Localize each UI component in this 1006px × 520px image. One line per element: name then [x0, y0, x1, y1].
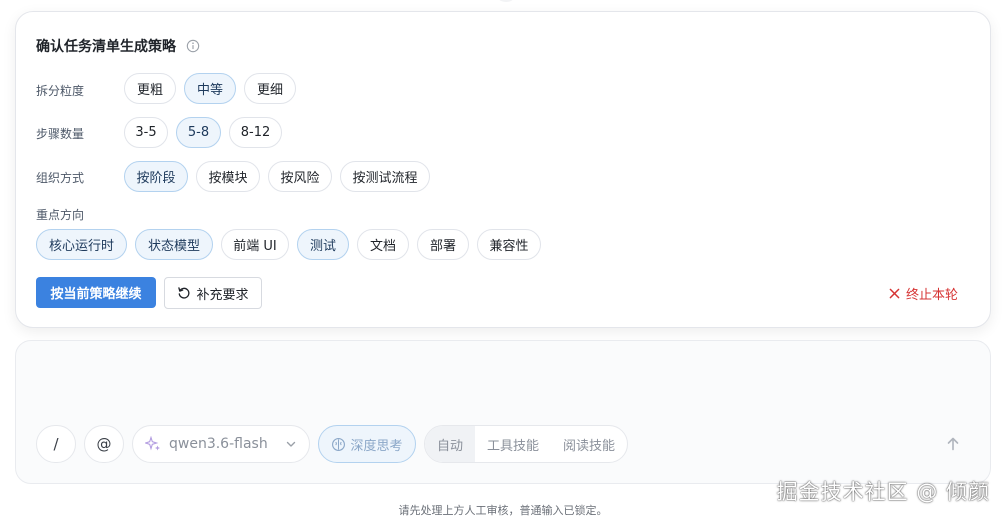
option-state-model[interactable]: 状态模型	[135, 229, 213, 260]
mode-auto[interactable]: 自动	[425, 426, 476, 462]
option-5-8[interactable]: 5-8	[176, 117, 221, 148]
arrow-up-icon	[947, 437, 959, 451]
refresh-icon	[178, 287, 190, 299]
option-finer[interactable]: 更细	[244, 73, 296, 104]
close-icon	[889, 288, 900, 299]
mode-tool-skill[interactable]: 工具技能	[475, 426, 551, 462]
option-3-5[interactable]: 3-5	[124, 117, 168, 148]
option-testing[interactable]: 测试	[297, 229, 349, 260]
send-button[interactable]	[938, 429, 968, 459]
card-header: 确认任务清单生成策略	[36, 36, 200, 56]
option-compatibility[interactable]: 兼容性	[477, 229, 541, 260]
row-label-organization: 组织方式	[36, 171, 85, 185]
option-medium[interactable]: 中等	[184, 73, 236, 104]
option-by-test-flow[interactable]: 按测试流程	[340, 161, 430, 192]
slash-command-button[interactable]: /	[36, 425, 76, 463]
stop-label: 终止本轮	[905, 288, 958, 303]
chevron-down-icon	[286, 441, 296, 447]
stop-button[interactable]: 终止本轮	[889, 284, 958, 303]
strategy-card: 确认任务清单生成策略 拆分粒度 更粗 中等 更细 步骤数量 3-5 5-8 8-…	[15, 11, 991, 328]
continue-button[interactable]: 按当前策略继续	[36, 277, 156, 308]
focus-options: 核心运行时 状态模型 前端 UI 测试 文档 部署 兼容性	[36, 229, 541, 260]
input-locked-note: 请先处理上方人工审核，普通输入已锁定。	[398, 504, 608, 517]
supplement-button[interactable]: 补充要求	[164, 277, 262, 309]
option-docs[interactable]: 文档	[357, 229, 409, 260]
top-notch	[494, 0, 518, 2]
option-by-module[interactable]: 按模块	[196, 161, 260, 192]
supplement-label: 补充要求	[196, 287, 249, 303]
row-label-focus: 重点方向	[36, 208, 85, 222]
deep-think-label: 深度思考	[350, 438, 403, 454]
model-select[interactable]: qwen3.6-flash	[132, 425, 310, 463]
option-by-risk[interactable]: 按风险	[268, 161, 332, 192]
option-deploy[interactable]: 部署	[417, 229, 469, 260]
mode-switch: 自动 工具技能 阅读技能	[424, 425, 629, 463]
composer-toolbar: / @ qwen3.6-flash 深度思考 自动 工具技能 阅读技能	[36, 425, 629, 463]
row-label-step-count: 步骤数量	[36, 127, 85, 141]
granularity-options: 更粗 中等 更细	[124, 73, 296, 104]
deep-think-toggle[interactable]: 深度思考	[318, 425, 416, 463]
brain-icon	[332, 437, 346, 451]
info-icon[interactable]	[186, 39, 200, 53]
option-core-runtime[interactable]: 核心运行时	[36, 229, 127, 260]
mode-reading-skill[interactable]: 阅读技能	[551, 426, 627, 462]
message-composer[interactable]: / @ qwen3.6-flash 深度思考 自动 工具技能 阅读技能	[15, 340, 991, 484]
model-name: qwen3.6-flash	[169, 436, 268, 452]
sparkle-icon	[145, 436, 160, 451]
option-8-12[interactable]: 8-12	[229, 117, 282, 148]
mention-button[interactable]: @	[84, 425, 124, 463]
row-label-granularity: 拆分粒度	[36, 84, 85, 98]
option-frontend-ui[interactable]: 前端 UI	[221, 229, 289, 260]
option-coarser[interactable]: 更粗	[124, 73, 176, 104]
step-count-options: 3-5 5-8 8-12	[124, 117, 282, 148]
organization-options: 按阶段 按模块 按风险 按测试流程	[124, 161, 430, 192]
card-title: 确认任务清单生成策略	[36, 39, 176, 55]
option-by-stage[interactable]: 按阶段	[124, 161, 188, 192]
